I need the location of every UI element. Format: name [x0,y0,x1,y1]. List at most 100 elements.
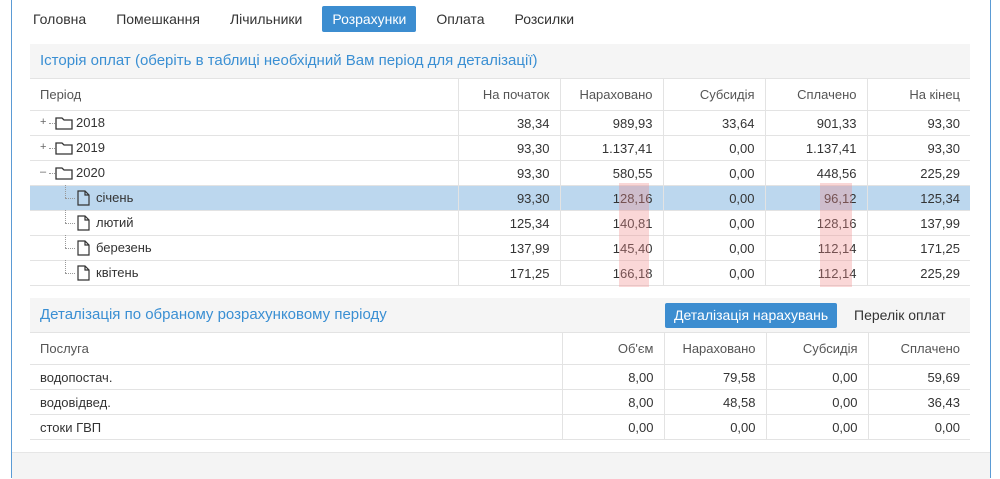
detail-paid-cell: 0,00 [868,414,970,440]
detail-paid-cell: 59,69 [868,364,970,390]
col-subsidy[interactable]: Субсидія [663,79,766,111]
end-balance-cell: 225,29 [867,260,970,286]
year-label: 2019 [76,140,105,155]
col-period[interactable]: Період [30,79,459,111]
period-cell[interactable]: – 2020 [30,160,459,186]
collapse-icon[interactable]: – [40,167,49,178]
detail-subsidy-cell: 0,00 [766,389,869,415]
service-row[interactable]: водовідвед. 8,00 48,58 0,00 36,43 [30,389,970,415]
col-end-balance[interactable]: На кінец [867,79,970,111]
paid-cell: 901,33 [765,110,868,136]
document-icon [77,265,90,281]
subsidy-cell: 33,64 [663,110,766,136]
tab-mailing[interactable]: Розсилки [505,6,585,32]
charges-detail-button[interactable]: Деталізація нарахувань [665,303,838,328]
subsidy-cell: 0,00 [663,210,766,236]
tree-connector-line [65,198,75,199]
tree-connector-line [65,235,66,248]
col-detail-paid[interactable]: Сплачено [868,333,970,365]
month-label: січень [96,190,134,205]
detail-subsidy-cell: 0,00 [766,364,869,390]
paid-highlight [820,183,852,287]
service-cell: водовідвед. [30,389,563,415]
main-tabs: Головна Помешкання Лічильники Розрахунки… [23,6,594,34]
tree-connector-line [65,273,75,274]
tree-connector-line [65,185,66,198]
tree-connector-line [65,210,66,223]
year-label: 2018 [76,115,105,130]
period-cell[interactable]: січень [30,185,459,211]
expand-icon[interactable]: + [40,142,49,153]
document-icon [77,190,90,206]
end-balance-cell: 137,99 [867,210,970,236]
month-label: квітень [96,265,139,280]
col-volume[interactable]: Об'єм [562,333,665,365]
col-start-balance[interactable]: На початок [458,79,561,111]
service-cell: стоки ГВП [30,414,563,440]
end-balance-cell: 93,30 [867,135,970,161]
tab-payment[interactable]: Оплата [426,6,494,32]
start-balance-cell: 38,34 [458,110,561,136]
document-icon [77,240,90,256]
month-label: лютий [96,215,134,230]
year-row[interactable]: – 2020 93,30 580,55 0,00 448,56 225,29 [30,160,970,186]
period-detail-table: Послуга Об'єм Нараховано Субсидія Сплаче… [30,333,970,440]
folder-icon [55,142,73,155]
charged-cell: 989,93 [560,110,664,136]
col-detail-subsidy[interactable]: Субсидія [766,333,869,365]
volume-cell: 8,00 [562,364,665,390]
period-cell[interactable]: +2019 [30,135,459,161]
volume-cell: 8,00 [562,389,665,415]
tab-calculations[interactable]: Розрахунки [322,6,417,32]
period-cell[interactable]: лютий [30,210,459,236]
col-service[interactable]: Послуга [30,333,563,365]
start-balance-cell: 93,30 [458,160,561,186]
period-cell[interactable]: +2018 [30,110,459,136]
tree-connector-line [65,260,66,273]
subsidy-cell: 0,00 [663,260,766,286]
paid-cell: 448,56 [765,160,868,186]
year-row[interactable]: +2019 93,30 1.137,41 0,00 1.137,41 93,30 [30,135,970,161]
detail-charged-cell: 79,58 [664,364,767,390]
tree-connector-line [65,248,75,249]
year-row[interactable]: +2018 38,34 989,93 33,64 901,33 93,30 [30,110,970,136]
volume-cell: 0,00 [562,414,665,440]
charged-cell: 1.137,41 [560,135,664,161]
period-detail-title: Деталізація по обраному розрахунковому п… [40,306,387,323]
payments-list-button[interactable]: Перелік оплат [845,303,955,328]
detail-charged-cell: 48,58 [664,389,767,415]
subsidy-cell: 0,00 [663,185,766,211]
end-balance-cell: 93,30 [867,110,970,136]
tab-premises[interactable]: Помешкання [106,6,210,32]
service-row[interactable]: водопостач. 8,00 79,58 0,00 59,69 [30,364,970,390]
tab-meters[interactable]: Лічильники [220,6,312,32]
period-cell[interactable]: березень [30,235,459,261]
start-balance-cell: 171,25 [458,260,561,286]
col-paid[interactable]: Сплачено [765,79,868,111]
col-charged[interactable]: Нараховано [560,79,664,111]
period-detail-header: Деталізація по обраному розрахунковому п… [30,298,970,333]
col-detail-charged[interactable]: Нараховано [664,333,767,365]
charged-highlight [619,183,649,287]
detail-paid-cell: 36,43 [868,389,970,415]
bottom-shade [12,452,990,479]
start-balance-cell: 93,30 [458,185,561,211]
detail-charged-cell: 0,00 [664,414,767,440]
tree-connector-line [65,223,75,224]
service-row[interactable]: стоки ГВП 0,00 0,00 0,00 0,00 [30,414,970,440]
month-label: березень [96,240,152,255]
detail-subsidy-cell: 0,00 [766,414,869,440]
folder-icon [55,167,73,180]
start-balance-cell: 137,99 [458,235,561,261]
start-balance-cell: 125,34 [458,210,561,236]
period-cell[interactable]: квітень [30,260,459,286]
tab-home[interactable]: Головна [23,6,96,32]
folder-icon [55,117,73,130]
subsidy-cell: 0,00 [663,135,766,161]
year-label: 2020 [76,165,105,180]
start-balance-cell: 93,30 [458,135,561,161]
document-icon [77,215,90,231]
charged-cell: 580,55 [560,160,664,186]
watermark [978,40,996,150]
expand-icon[interactable]: + [40,117,49,128]
